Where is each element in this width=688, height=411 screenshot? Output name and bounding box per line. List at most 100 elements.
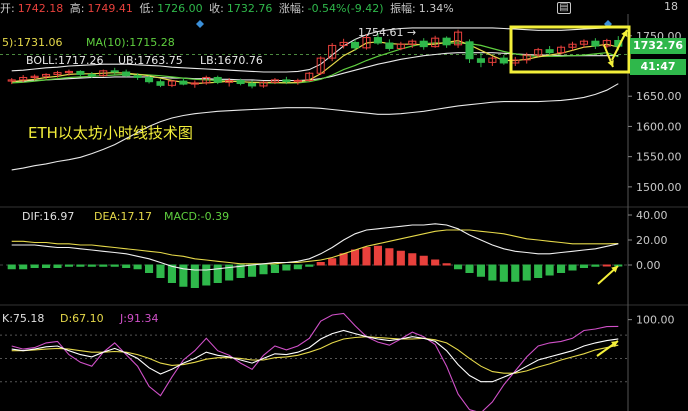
d-label: D:67.10 bbox=[60, 312, 104, 325]
candle-body bbox=[591, 40, 600, 47]
macd-bar bbox=[64, 264, 73, 267]
macd-label: MACD:-0.39 bbox=[164, 210, 230, 223]
macd-bar bbox=[76, 264, 85, 267]
candle-body bbox=[236, 79, 245, 85]
candle-body bbox=[419, 40, 428, 48]
macd-bar bbox=[339, 253, 348, 266]
price-axis-tick-label: 1550.00 bbox=[636, 151, 682, 164]
macd-bar bbox=[156, 264, 165, 278]
candle-body bbox=[385, 42, 394, 49]
candle-body bbox=[476, 58, 485, 63]
countdown-badge: 41:47 bbox=[630, 59, 686, 75]
macd-bar bbox=[396, 250, 405, 266]
macd-bar bbox=[385, 248, 394, 266]
macd-bar bbox=[511, 264, 520, 282]
candle-body bbox=[465, 41, 474, 60]
macd-bar bbox=[499, 264, 508, 282]
peak-label: 1754.61 → bbox=[358, 26, 417, 39]
candle-body bbox=[133, 75, 142, 78]
macd-bar bbox=[557, 264, 566, 273]
macd-bar bbox=[270, 264, 279, 273]
macd-axis-tick-label: 0.00 bbox=[636, 259, 661, 272]
macd-bar bbox=[293, 264, 302, 270]
ma10-label: MA(10):1715.28 bbox=[86, 36, 175, 49]
macd-bar bbox=[190, 264, 199, 288]
macd-axis-tick-label: 40.00 bbox=[636, 209, 668, 222]
macd-bar bbox=[431, 259, 440, 266]
macd-bar bbox=[259, 264, 268, 275]
macd-bar bbox=[591, 264, 600, 267]
macd-bar bbox=[488, 264, 497, 281]
boll-label: BOLL:1717.26 bbox=[26, 54, 104, 67]
candle-body bbox=[351, 41, 360, 49]
macd-bar bbox=[316, 262, 325, 266]
candle-body bbox=[213, 76, 222, 83]
dif-label: DIF:16.97 bbox=[22, 210, 75, 223]
dif-line bbox=[11, 223, 619, 271]
j-label: J:91.34 bbox=[120, 312, 159, 325]
candle-body bbox=[282, 79, 291, 83]
macd-bar bbox=[476, 264, 485, 277]
candle-body bbox=[545, 49, 554, 54]
macd-bar bbox=[19, 264, 28, 270]
kdj-axis-tick-label: 100.00 bbox=[636, 314, 675, 327]
d-line bbox=[11, 336, 619, 374]
ub-label: UB:1763.75 bbox=[118, 54, 183, 67]
macd-bar bbox=[602, 264, 611, 267]
macd-bar bbox=[99, 264, 108, 267]
price-axis-tick-label: 1500.00 bbox=[636, 181, 682, 194]
macd-bar bbox=[30, 264, 39, 268]
macd-bar bbox=[213, 264, 222, 283]
macd-bar bbox=[454, 264, 463, 270]
macd-bar bbox=[248, 264, 257, 277]
candle-body bbox=[248, 83, 257, 87]
current-price-badge: 1732.76 bbox=[630, 38, 686, 54]
lb-label: LB:1670.76 bbox=[200, 54, 263, 67]
macd-bar bbox=[202, 264, 211, 286]
ma5-label: 5):1731.06 bbox=[2, 36, 63, 49]
macd-bar bbox=[351, 249, 360, 266]
macd-bar bbox=[419, 255, 428, 266]
macd-bar bbox=[328, 258, 337, 266]
candle-body bbox=[122, 71, 131, 77]
macd-bar bbox=[534, 264, 543, 278]
macd-bar bbox=[442, 263, 451, 266]
candle-body bbox=[110, 70, 119, 73]
signal-diamond bbox=[196, 20, 204, 28]
dea-line bbox=[11, 229, 619, 265]
candle-body bbox=[442, 37, 451, 46]
candle-body bbox=[145, 76, 154, 83]
macd-bar bbox=[579, 264, 588, 268]
price-axis-tick-label: 1600.00 bbox=[636, 120, 682, 133]
k-label: K:75.18 bbox=[2, 312, 45, 325]
candle-body bbox=[87, 73, 96, 77]
macd-bar bbox=[133, 264, 142, 270]
macd-bar bbox=[145, 264, 154, 273]
j-line bbox=[11, 312, 619, 411]
macd-bar bbox=[110, 264, 119, 267]
macd-bar bbox=[53, 264, 62, 268]
macd-bar bbox=[7, 264, 16, 270]
macd-bar bbox=[122, 264, 131, 268]
macd-bar bbox=[465, 264, 474, 273]
macd-bar bbox=[362, 247, 371, 266]
chart-title: ETH以太坊小时线技术图 bbox=[28, 124, 193, 142]
candle-body bbox=[76, 70, 85, 75]
macd-bar bbox=[305, 264, 314, 267]
macd-bar bbox=[522, 264, 531, 281]
macd-bar bbox=[373, 245, 382, 266]
macd-bar bbox=[614, 264, 623, 267]
dea-label: DEA:17.17 bbox=[94, 210, 152, 223]
macd-bar bbox=[545, 264, 554, 276]
macd-bar bbox=[408, 253, 417, 266]
macd-bar bbox=[42, 264, 51, 268]
macd-axis-tick-label: 20.00 bbox=[636, 234, 668, 247]
macd-bar bbox=[167, 264, 176, 283]
macd-bar bbox=[87, 264, 96, 267]
price-axis-tick-label: 1650.00 bbox=[636, 90, 682, 103]
candle-body bbox=[499, 57, 508, 64]
macd-bar bbox=[282, 264, 291, 271]
candle-body bbox=[156, 81, 165, 86]
macd-bar bbox=[568, 264, 577, 271]
candle-body bbox=[179, 80, 188, 85]
